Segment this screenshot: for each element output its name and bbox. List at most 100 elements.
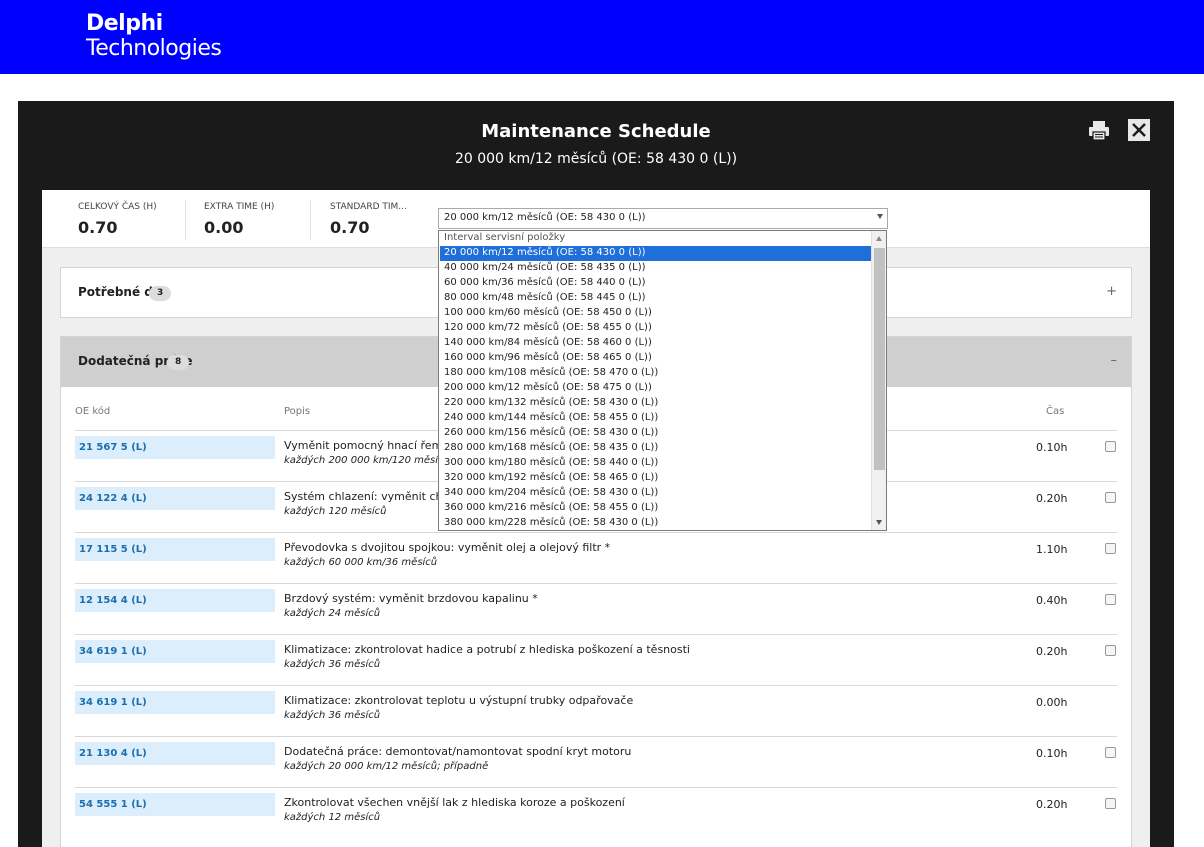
interval-select-value: 20 000 km/12 měsíců (OE: 58 430 0 (L)) <box>444 212 646 223</box>
row-description: Klimatizace: zkontrolovat teplotu u výst… <box>284 694 634 707</box>
printer-icon <box>1089 121 1109 141</box>
dropdown-option[interactable]: 220 000 km/132 měsíců (OE: 58 430 0 (L)) <box>440 396 872 411</box>
standard-time-label: STANDARD TIM... <box>330 202 407 212</box>
row-checkbox[interactable] <box>1105 543 1116 554</box>
oe-code-link[interactable]: 34 619 1 (L) <box>75 640 275 663</box>
dropdown-option[interactable]: 280 000 km/168 měsíců (OE: 58 435 0 (L)) <box>440 441 872 456</box>
dropdown-option[interactable]: 20 000 km/12 měsíců (OE: 58 430 0 (L)) <box>440 246 872 261</box>
column-header-description: Popis <box>284 406 311 417</box>
dropdown-option[interactable]: 180 000 km/108 měsíců (OE: 58 470 0 (L)) <box>440 366 872 381</box>
standard-time-value: 0.70 <box>330 218 370 237</box>
row-description: Vyměnit pomocný hnací řemen <box>284 439 457 452</box>
row-time: 0.10h <box>1036 441 1068 454</box>
oe-code-link[interactable]: 24 122 4 (L) <box>75 487 275 510</box>
brand-header: Delphi Technologies <box>0 0 1204 74</box>
extra-time-stat: EXTRA TIME (H) 0.00 <box>204 202 274 242</box>
dropdown-option[interactable]: 340 000 km/204 měsíců (OE: 58 430 0 (L)) <box>440 486 872 501</box>
row-checkbox[interactable] <box>1105 594 1116 605</box>
dropdown-option[interactable]: 360 000 km/216 měsíců (OE: 58 455 0 (L)) <box>440 501 872 516</box>
scrollbar-thumb[interactable] <box>874 248 885 470</box>
scroll-up-icon[interactable] <box>876 236 882 241</box>
dropdown-option[interactable]: 80 000 km/48 měsíců (OE: 58 445 0 (L)) <box>440 291 872 306</box>
row-checkbox[interactable] <box>1105 747 1116 758</box>
row-interval: každých 24 měsíců <box>284 608 381 619</box>
dropdown-option[interactable]: 120 000 km/72 měsíců (OE: 58 455 0 (L)) <box>440 321 872 336</box>
oe-code-link[interactable]: 54 555 1 (L) <box>75 793 275 816</box>
row-description: Zkontrolovat všechen vnější lak z hledis… <box>284 796 625 809</box>
stat-divider <box>185 200 186 240</box>
print-button[interactable] <box>1088 119 1110 141</box>
row-checkbox[interactable] <box>1105 441 1116 452</box>
table-row: 54 555 1 (L) Zkontrolovat všechen vnější … <box>75 787 1117 838</box>
row-time: 0.00h <box>1036 696 1068 709</box>
total-time-value: 0.70 <box>78 218 118 237</box>
dropdown-option[interactable]: 100 000 km/60 měsíců (OE: 58 450 0 (L)) <box>440 306 872 321</box>
extra-time-value: 0.00 <box>204 218 244 237</box>
oe-code-link[interactable]: 34 619 1 (L) <box>75 691 275 714</box>
row-interval: každých 20 000 km/12 měsíců; případně <box>284 761 489 772</box>
modal-subtitle: 20 000 km/12 měsíců (OE: 58 430 0 (L)) <box>454 151 738 167</box>
logo-delphi: Delphi <box>86 11 163 36</box>
row-time: 0.20h <box>1036 645 1068 658</box>
logo-technologies: Technologies <box>86 36 222 61</box>
row-description: Brzdový systém: vyměnit brzdovou kapalin… <box>284 592 538 605</box>
row-time: 0.10h <box>1036 747 1068 760</box>
dropdown-option[interactable]: 320 000 km/192 měsíců (OE: 58 465 0 (L)) <box>440 471 872 486</box>
collapse-icon[interactable]: – <box>1111 353 1118 368</box>
row-time: 0.20h <box>1036 798 1068 811</box>
modal-title: Maintenance Schedule <box>481 121 711 142</box>
row-time: 1.10h <box>1036 543 1068 556</box>
table-row: 12 154 4 (L) Brzdový systém: vyměnit brzd… <box>75 583 1117 634</box>
row-description: Systém chlazení: vyměnit chlad <box>284 490 460 503</box>
close-button[interactable] <box>1128 119 1150 141</box>
table-row: 34 619 1 (L) Klimatizace: zkontrolovat ha… <box>75 634 1117 685</box>
oe-code-link[interactable]: 17 115 5 (L) <box>75 538 275 561</box>
dropdown-option[interactable]: 60 000 km/36 měsíců (OE: 58 440 0 (L)) <box>440 276 872 291</box>
table-row: 17 115 5 (L) Převodovka s dvojitou spojko… <box>75 532 1117 583</box>
row-time: 0.40h <box>1036 594 1068 607</box>
column-header-time: Čas <box>1046 406 1065 417</box>
expand-icon[interactable]: + <box>1106 284 1117 299</box>
row-interval: každých 12 měsíců <box>284 812 381 823</box>
row-checkbox[interactable] <box>1105 492 1116 503</box>
total-time-stat: CELKOVÝ ČAS (H) 0.70 <box>78 202 157 242</box>
interval-dropdown-list[interactable]: Interval servisní položky 20 000 km/12 m… <box>438 230 887 531</box>
row-interval: každých 60 000 km/36 měsíců <box>284 557 438 568</box>
row-checkbox[interactable] <box>1105 645 1116 656</box>
row-interval: každých 200 000 km/120 měsíců <box>284 455 450 466</box>
dropdown-option[interactable]: 160 000 km/96 měsíců (OE: 58 465 0 (L)) <box>440 351 872 366</box>
row-description: Převodovka s dvojitou spojkou: vyměnit o… <box>284 541 611 554</box>
row-description: Dodatečná práce: demontovat/namontovat s… <box>284 745 632 758</box>
work-count-badge: 8 <box>167 355 190 370</box>
row-time: 0.20h <box>1036 492 1068 505</box>
close-icon <box>1132 123 1146 137</box>
dropdown-option[interactable]: 380 000 km/228 měsíců (OE: 58 430 0 (L)) <box>440 516 872 530</box>
dropdown-option[interactable]: 140 000 km/84 měsíců (OE: 58 460 0 (L)) <box>440 336 872 351</box>
dropdown-option[interactable]: 260 000 km/156 měsíců (OE: 58 430 0 (L)) <box>440 426 872 441</box>
row-description: Klimatizace: zkontrolovat hadice a potru… <box>284 643 690 656</box>
row-interval: každých 36 měsíců <box>284 710 381 721</box>
dropdown-scrollbar[interactable] <box>871 231 886 530</box>
dropdown-option[interactable]: 40 000 km/24 měsíců (OE: 58 435 0 (L)) <box>440 261 872 276</box>
column-header-code: OE kód <box>75 406 111 417</box>
total-time-label: CELKOVÝ ČAS (H) <box>78 202 157 212</box>
row-checkbox[interactable] <box>1105 798 1116 809</box>
oe-code-link[interactable]: 12 154 4 (L) <box>75 589 275 612</box>
row-interval: každých 36 měsíců <box>284 659 381 670</box>
scroll-down-icon[interactable] <box>876 520 882 525</box>
dropdown-option[interactable]: 240 000 km/144 měsíců (OE: 58 455 0 (L)) <box>440 411 872 426</box>
extra-time-label: EXTRA TIME (H) <box>204 202 275 212</box>
oe-code-link[interactable]: 21 130 4 (L) <box>75 742 275 765</box>
chevron-down-icon <box>877 214 883 219</box>
dropdown-option[interactable]: 300 000 km/180 měsíců (OE: 58 440 0 (L)) <box>440 456 872 471</box>
row-interval: každých 120 měsíců <box>284 506 387 517</box>
standard-time-stat: STANDARD TIM... 0.70 <box>330 202 407 242</box>
interval-select[interactable]: 20 000 km/12 měsíců (OE: 58 430 0 (L)) <box>438 208 888 229</box>
parts-count-badge: 3 <box>149 286 172 301</box>
stat-divider <box>310 200 311 240</box>
oe-code-link[interactable]: 21 567 5 (L) <box>75 436 275 459</box>
table-row: 21 130 4 (L) Dodatečná práce: demontovat/… <box>75 736 1117 787</box>
table-row: 34 619 1 (L) Klimatizace: zkontrolovat te… <box>75 685 1117 736</box>
dropdown-option-header: Interval servisní položky <box>444 232 566 243</box>
dropdown-option[interactable]: 200 000 km/12 měsíců (OE: 58 475 0 (L)) <box>440 381 872 396</box>
